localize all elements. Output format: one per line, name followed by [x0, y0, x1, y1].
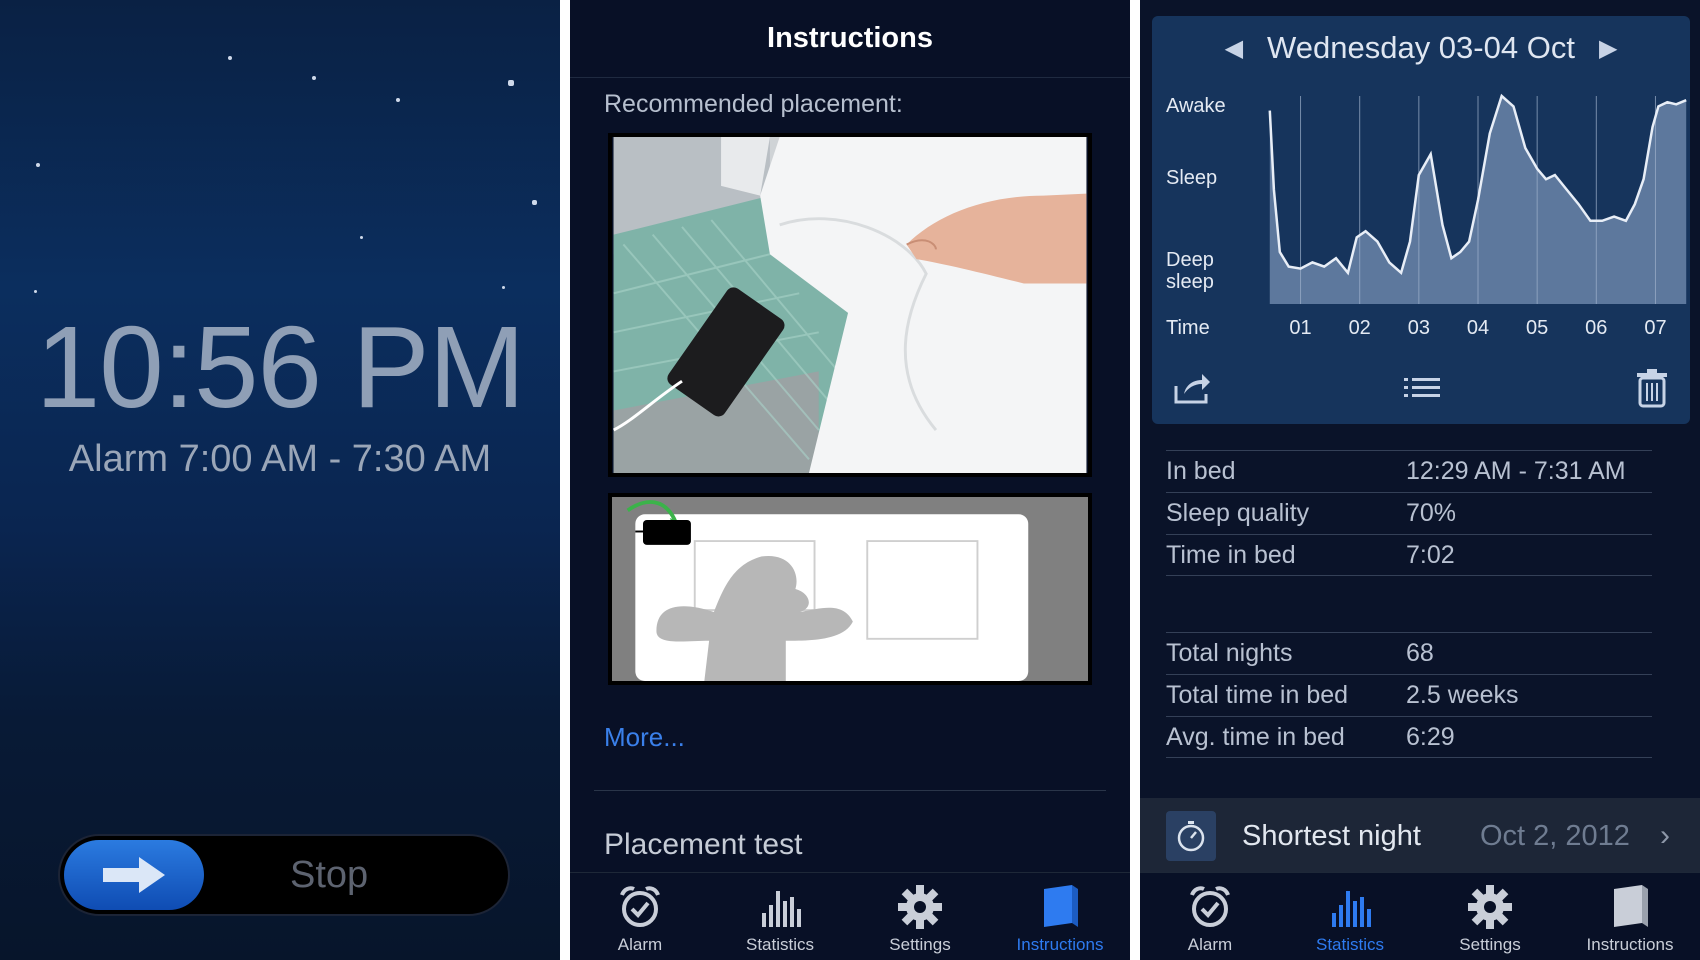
alarm-screen: 10:56 PM Alarm 7:00 AM - 7:30 AM Stop — [0, 0, 560, 960]
y-label-sleep: Sleep — [1166, 167, 1217, 189]
placement-test-title: Placement test — [604, 828, 803, 861]
next-arrow-icon[interactable]: ▶ — [1599, 34, 1617, 63]
placement-diagram — [608, 493, 1092, 685]
sleep-chart-card: ◀ Wednesday 03-04 Oct ▶ Awake Sleep Deep sl… — [1152, 16, 1690, 424]
stopwatch-icon — [1166, 811, 1216, 861]
stat-value: 70% — [1406, 499, 1457, 527]
tab-label: Statistics — [745, 935, 815, 954]
star-icon — [502, 286, 505, 289]
x-tick-label: 05 — [1526, 317, 1548, 339]
stop-label: Stop — [290, 854, 369, 896]
tab-label: Alarm — [617, 935, 663, 954]
book-icon — [1614, 885, 1648, 927]
stat-value: 7:02 — [1406, 540, 1455, 569]
page-title: Instructions — [767, 22, 933, 54]
tab-statistics[interactable]: Statistics — [710, 873, 850, 960]
star-icon — [396, 98, 400, 102]
stat-row-total-time: Total time in bed 2.5 weeks — [1166, 674, 1652, 716]
tab-instructions[interactable]: Instructions — [990, 873, 1130, 960]
book-icon — [1044, 885, 1078, 927]
alarm-clock-icon — [620, 886, 660, 927]
clock-time: 10:56 PM — [35, 302, 526, 432]
stat-value: 6:29 — [1406, 722, 1455, 751]
chevron-right-icon: › — [1660, 819, 1670, 852]
tab-bar: Alarm Statistics Settings Instructions — [570, 872, 1130, 960]
star-icon — [508, 80, 514, 86]
stat-row-avg-time: Avg. time in bed 6:29 — [1166, 716, 1652, 758]
star-icon — [34, 290, 37, 293]
stat-value: 68 — [1406, 639, 1434, 667]
x-tick-label: 01 — [1289, 317, 1311, 339]
more-link[interactable]: More... — [604, 722, 685, 753]
y-label-deep-sleep-1: Deep — [1166, 249, 1214, 271]
star-icon — [36, 163, 40, 167]
record-title: Shortest night — [1242, 819, 1421, 852]
x-tick-label: 06 — [1585, 317, 1607, 339]
stat-label: Total nights — [1166, 639, 1293, 667]
sleep-graph: Awake Sleep Deepsleep Time 01 02 03 04 05 06 07 — [1166, 93, 1687, 339]
x-tick-label: 03 — [1408, 317, 1430, 339]
tab-alarm[interactable]: Alarm — [1140, 873, 1280, 960]
stat-value: 2.5 weeks — [1406, 681, 1519, 709]
placement-subtitle: Recommended placement: — [604, 90, 903, 118]
tab-settings[interactable]: Settings — [850, 873, 990, 960]
stat-label: Total time in bed — [1166, 681, 1349, 709]
instructions-screen: Instructions Recommended placement: More… — [570, 0, 1130, 960]
stat-row-total-nights: Total nights 68 — [1166, 632, 1652, 674]
divider — [594, 790, 1106, 791]
x-axis-label-time: Time — [1166, 317, 1210, 339]
stat-label: In bed — [1166, 457, 1236, 485]
stop-slider[interactable]: Stop — [58, 834, 510, 916]
arrow-right-icon — [103, 857, 165, 893]
alarm-clock-icon — [1190, 886, 1230, 927]
star-icon — [360, 236, 363, 239]
tab-statistics[interactable]: Statistics — [1280, 873, 1420, 960]
date-navigator: ◀ Wednesday 03-04 Oct ▶ — [1152, 16, 1690, 80]
bar-chart-icon — [1332, 891, 1371, 927]
tab-label: Instructions — [1016, 935, 1104, 954]
nav-header: Instructions — [570, 0, 1130, 78]
tab-bar: Alarm Statistics Settings Instructions — [1140, 872, 1700, 960]
stat-label: Avg. time in bed — [1166, 722, 1345, 751]
x-tick-label: 07 — [1644, 317, 1666, 339]
moon-icon — [101, 78, 226, 220]
star-icon — [228, 56, 232, 60]
share-icon[interactable] — [1172, 368, 1212, 408]
tab-settings[interactable]: Settings — [1420, 873, 1560, 960]
stat-label: Sleep quality — [1166, 499, 1310, 527]
gear-icon — [898, 885, 942, 929]
x-tick-label: 02 — [1349, 317, 1371, 339]
stat-row-time-in-bed: Time in bed 7:02 — [1166, 534, 1652, 576]
night-stats: In bed 12:29 AM - 7:31 AM Sleep quality … — [1166, 450, 1652, 758]
y-label-awake: Awake — [1166, 95, 1226, 117]
stat-row-in-bed: In bed 12:29 AM - 7:31 AM — [1166, 450, 1652, 492]
bar-chart-icon — [762, 891, 801, 927]
slider-knob[interactable] — [64, 840, 204, 910]
tab-label: Alarm — [1187, 935, 1233, 954]
x-tick-label: 04 — [1467, 317, 1489, 339]
tab-alarm[interactable]: Alarm — [570, 873, 710, 960]
gear-icon — [1468, 885, 1512, 929]
stat-row-sleep-quality: Sleep quality 70% — [1166, 492, 1652, 534]
tab-label: Settings — [889, 935, 951, 954]
star-icon — [532, 200, 537, 205]
tab-label: Statistics — [1315, 935, 1385, 954]
stat-label: Time in bed — [1166, 540, 1296, 569]
prev-arrow-icon[interactable]: ◀ — [1225, 34, 1243, 63]
record-date: Oct 2, 2012 — [1480, 819, 1630, 852]
stat-value: 12:29 AM - 7:31 AM — [1406, 457, 1626, 485]
trash-icon[interactable] — [1634, 368, 1670, 408]
statistics-screen: ◀ Wednesday 03-04 Oct ▶ Awake Sleep Deep sl… — [1140, 0, 1700, 960]
list-icon[interactable] — [1400, 368, 1444, 408]
tab-label: Settings — [1459, 935, 1521, 954]
tab-label: Instructions — [1586, 935, 1674, 954]
alarm-range-label: Alarm 7:00 AM - 7:30 AM — [68, 438, 492, 480]
y-label-deep-sleep-2: sleep — [1166, 271, 1214, 293]
tab-instructions[interactable]: Instructions — [1560, 873, 1700, 960]
chart-date: Wednesday 03-04 Oct — [1267, 30, 1575, 65]
placement-photo — [608, 133, 1092, 477]
star-icon — [312, 76, 316, 80]
shortest-night-row[interactable]: Shortest night Oct 2, 2012 › — [1140, 798, 1700, 874]
